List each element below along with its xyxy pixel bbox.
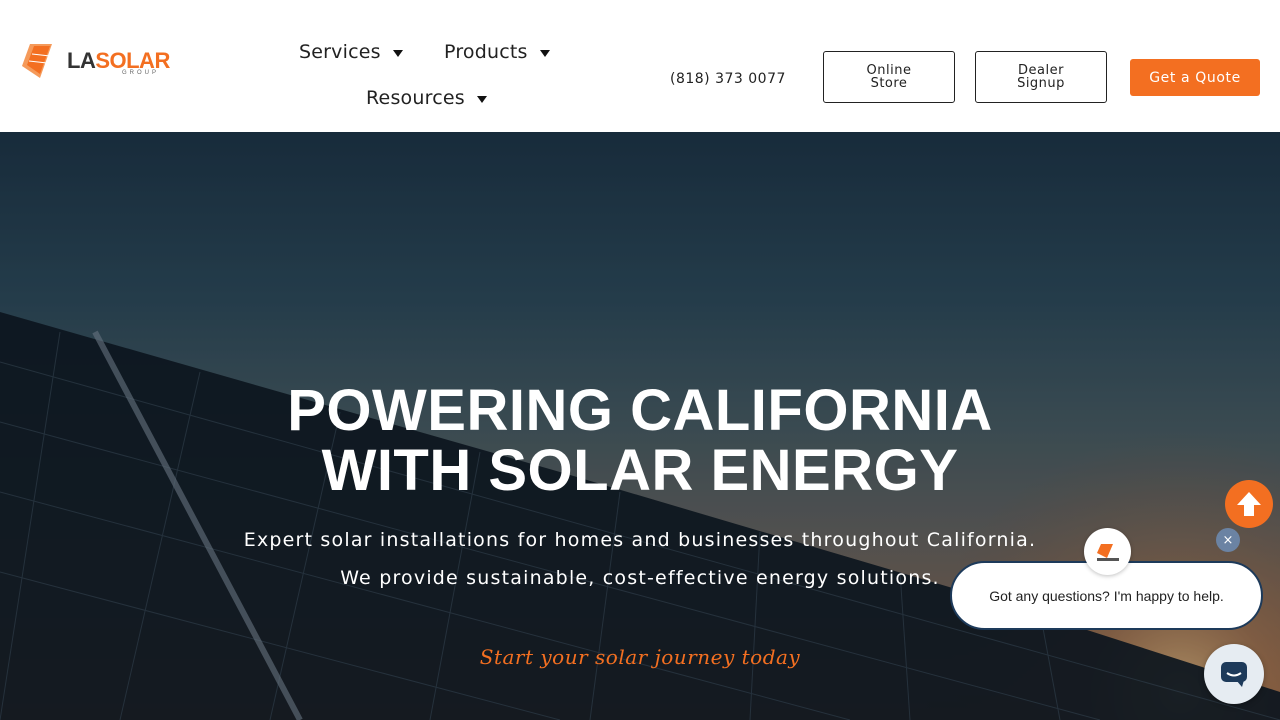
nav-resources-label: Resources (366, 87, 465, 109)
chat-icon (1221, 662, 1247, 687)
scroll-to-top-button[interactable] (1225, 480, 1273, 528)
hero-cta-text[interactable]: Start your solar journey today (0, 645, 1280, 669)
logo-mark-icon (22, 44, 52, 78)
caret-down-icon (392, 49, 403, 57)
logo-text: LASOLAR (67, 48, 170, 73)
online-store-button[interactable]: Online Store (823, 51, 955, 103)
close-chat-button[interactable]: × (1216, 528, 1240, 552)
nav-products-label: Products (444, 41, 528, 63)
nav-products[interactable]: Products (444, 41, 550, 63)
logo[interactable]: LASOLAR GROUP (22, 42, 184, 80)
hero-title-line2: WITH SOLAR ENERGY (321, 438, 959, 503)
get-quote-button[interactable]: Get a Quote (1130, 59, 1260, 96)
logo-subtext: GROUP (122, 70, 160, 76)
nav-services-label: Services (299, 41, 381, 63)
site-header: LASOLAR GROUP Services Products Resource… (0, 0, 1280, 132)
nav-resources[interactable]: Resources (366, 87, 487, 109)
caret-down-icon (476, 95, 487, 103)
hero-title-line1: POWERING CALIFORNIA (287, 378, 993, 443)
logo-mark-icon (1096, 543, 1119, 561)
arrow-up-icon (1237, 492, 1261, 516)
chat-launcher-button[interactable] (1204, 644, 1264, 704)
dealer-signup-button[interactable]: Dealer Signup (975, 51, 1107, 103)
phone-link[interactable]: (818) 373 0077 (670, 71, 786, 87)
caret-down-icon (539, 49, 550, 57)
chat-avatar (1084, 528, 1131, 575)
nav-services[interactable]: Services (299, 41, 403, 63)
